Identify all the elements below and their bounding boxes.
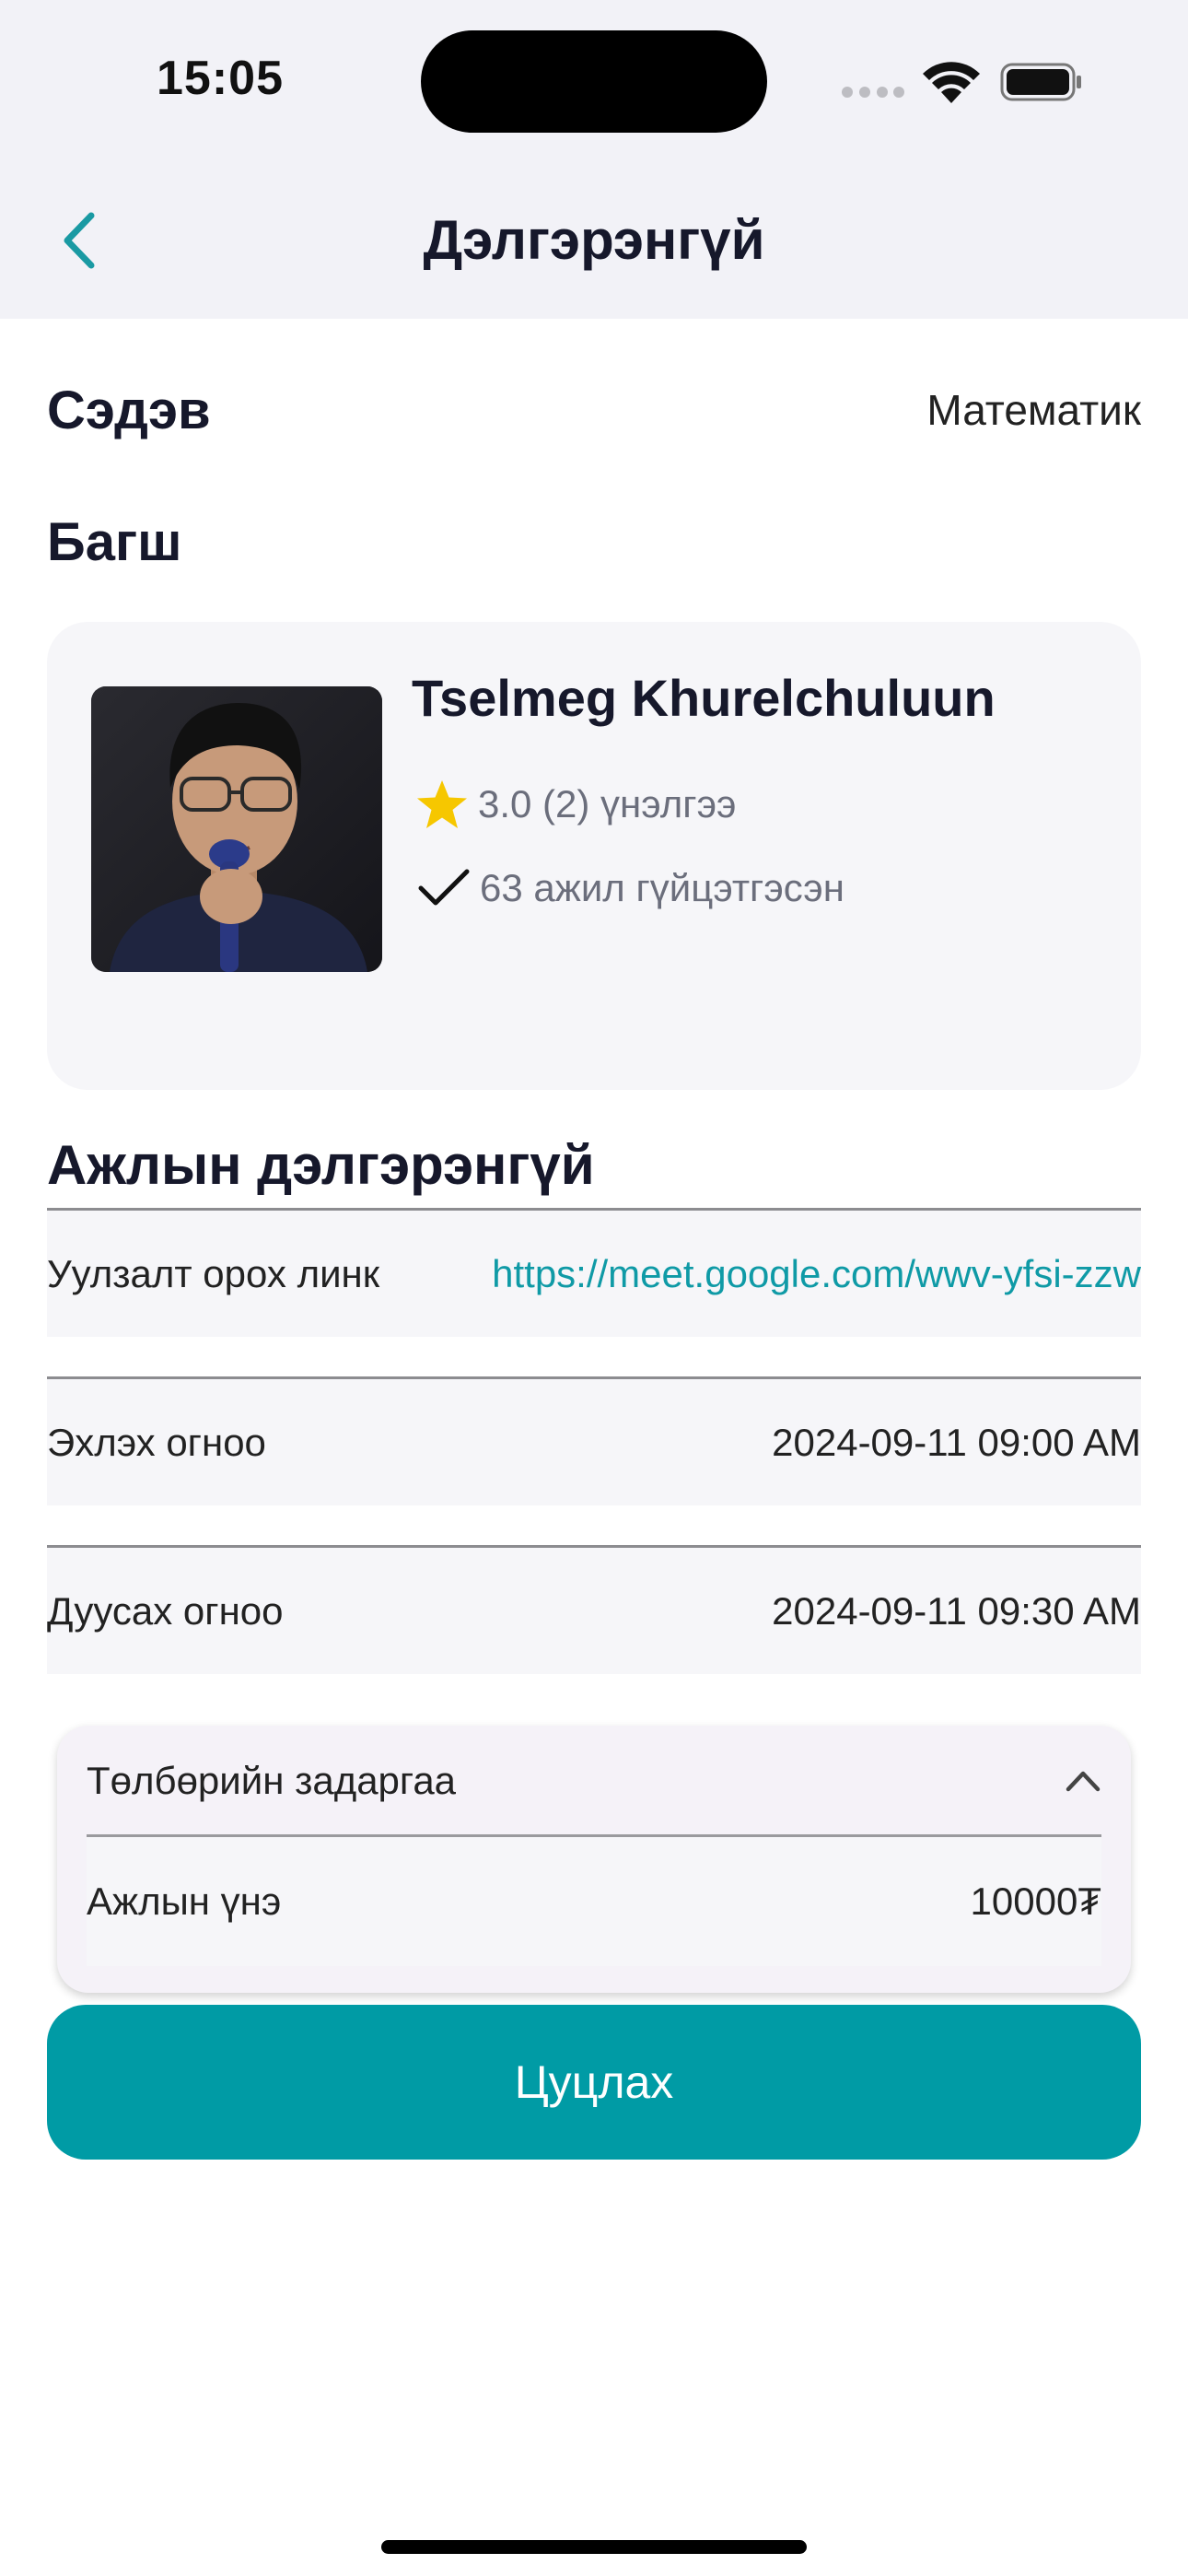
wifi-icon bbox=[923, 62, 980, 103]
start-date-row: Эхлэх огноо 2024-09-11 09:00 AM bbox=[47, 1376, 1141, 1505]
job-price-label: Ажлын үнэ bbox=[87, 1879, 282, 1923]
status-time: 15:05 bbox=[157, 52, 284, 105]
status-bar: 15:05 bbox=[0, 0, 1188, 162]
teacher-heading: Багш bbox=[47, 512, 182, 572]
job-price-row: Ажлын үнэ 10000₮ bbox=[87, 1837, 1101, 1966]
nav-bar: Дэлгэрэнгүй bbox=[0, 162, 1188, 319]
end-date-value: 2024-09-11 09:30 AM bbox=[772, 1588, 1141, 1633]
star-icon bbox=[417, 780, 467, 828]
start-date-label: Эхлэх огноо bbox=[47, 1420, 266, 1464]
subject-row: Сэдэв Математик bbox=[47, 369, 1141, 451]
teacher-avatar bbox=[91, 686, 382, 972]
home-indicator bbox=[381, 2540, 807, 2554]
subject-value: Математик bbox=[926, 386, 1141, 434]
chevron-up-icon bbox=[1066, 1771, 1101, 1792]
cellular-signal-icon bbox=[842, 87, 904, 98]
meeting-link-label: Уулзалт орох линк bbox=[47, 1251, 380, 1295]
end-date-label: Дуусах огноо bbox=[47, 1588, 284, 1633]
meeting-link-row: Уулзалт орох линк https://meet.google.co… bbox=[47, 1208, 1141, 1337]
end-date-row: Дуусах огноо 2024-09-11 09:30 AM bbox=[47, 1545, 1141, 1674]
details-heading: Ажлын дэлгэрэнгүй bbox=[47, 1134, 595, 1196]
subject-label: Сэдэв bbox=[47, 380, 211, 440]
payment-breakdown-card: Төлбөрийн задаргаа Ажлын үнэ 10000₮ bbox=[57, 1726, 1131, 1993]
job-price-value: 10000₮ bbox=[970, 1879, 1101, 1923]
cancel-button[interactable]: Цуцлах bbox=[47, 2005, 1141, 2160]
teacher-card[interactable]: Tselmeg Khurelchuluun 3.0 (2) үнэлгээ 63… bbox=[47, 622, 1141, 1090]
teacher-rating: 3.0 (2) үнэлгээ bbox=[415, 779, 736, 830]
jobs-text: 63 ажил гүйцэтгэсэн bbox=[480, 866, 844, 909]
rating-text: 3.0 (2) үнэлгээ bbox=[478, 782, 737, 825]
meeting-link[interactable]: https://meet.google.com/wwv-yfsi-zzw bbox=[492, 1252, 1141, 1296]
dynamic-island bbox=[421, 30, 767, 133]
teacher-jobs: 63 ажил гүйцэтгэсэн bbox=[417, 866, 844, 910]
page-title: Дэлгэрэнгүй bbox=[423, 209, 765, 271]
payment-breakdown-toggle[interactable]: Төлбөрийн задаргаа bbox=[87, 1726, 1101, 1836]
battery-icon bbox=[1000, 63, 1081, 101]
checkmark-icon bbox=[418, 869, 470, 906]
start-date-value: 2024-09-11 09:00 AM bbox=[772, 1420, 1141, 1464]
payment-breakdown-title: Төлбөрийн задаргаа bbox=[87, 1759, 457, 1802]
teacher-name: Tselmeg Khurelchuluun bbox=[412, 669, 996, 727]
